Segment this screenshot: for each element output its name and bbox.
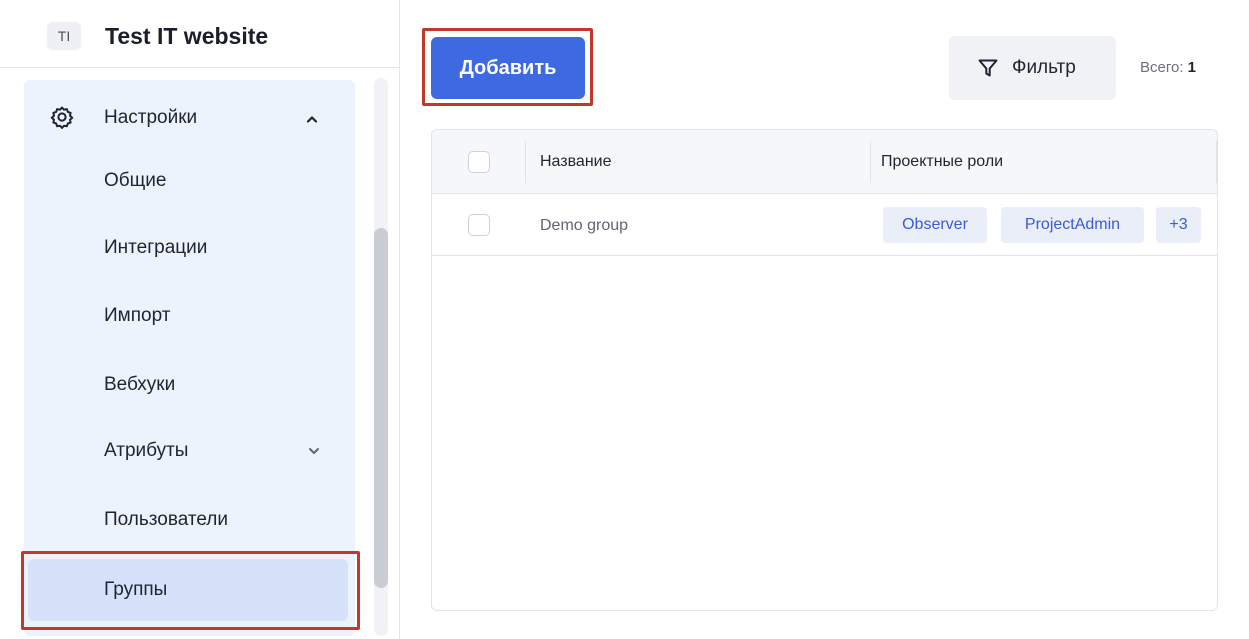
sidebar-item-label: Вебхуки bbox=[104, 374, 176, 395]
column-header-name[interactable]: Название bbox=[540, 152, 612, 172]
chevron-up-icon[interactable] bbox=[305, 112, 319, 126]
nav-section-label: Настройки bbox=[104, 107, 198, 128]
role-tag: Observer bbox=[883, 207, 987, 243]
sidebar-item-label: Импорт bbox=[104, 305, 171, 326]
row-checkbox[interactable] bbox=[468, 214, 490, 236]
sidebar-item-groups[interactable]: Группы bbox=[28, 559, 348, 621]
sidebar-item-webhooks[interactable]: Вебхуки bbox=[24, 354, 355, 416]
settings-nav: Настройки Общие Интеграции Импорт Вебхук… bbox=[24, 80, 355, 636]
role-tag: ProjectAdmin bbox=[1001, 207, 1144, 243]
sidebar: TI Test IT website Настройки Общие Интег… bbox=[0, 0, 400, 639]
sidebar-item-users[interactable]: Пользователи bbox=[24, 489, 355, 551]
column-divider bbox=[525, 141, 526, 183]
filter-button[interactable]: Фильтр bbox=[949, 36, 1116, 100]
sidebar-item-import[interactable]: Импорт bbox=[24, 285, 355, 347]
add-button[interactable]: Добавить bbox=[431, 37, 585, 99]
sidebar-item-attributes[interactable]: Атрибуты bbox=[24, 420, 355, 482]
filter-icon bbox=[978, 59, 998, 77]
project-name: Test IT website bbox=[105, 23, 269, 49]
sidebar-item-label: Интеграции bbox=[104, 237, 208, 258]
total-value: 1 bbox=[1187, 59, 1197, 76]
chevron-down-icon bbox=[309, 448, 319, 454]
sidebar-scrollbar[interactable] bbox=[374, 78, 388, 636]
more-roles-tag[interactable]: +3 bbox=[1156, 207, 1201, 243]
group-name-cell[interactable]: Demo group bbox=[540, 216, 628, 236]
sidebar-item-integrations[interactable]: Интеграции bbox=[24, 217, 355, 279]
column-divider bbox=[870, 141, 871, 183]
sidebar-item-label: Атрибуты bbox=[104, 440, 189, 461]
sidebar-item-label: Группы bbox=[104, 579, 168, 600]
groups-table: Название Проектные роли Demo group Obser… bbox=[431, 129, 1218, 611]
select-all-checkbox[interactable] bbox=[468, 151, 490, 173]
scrollbar-thumb[interactable] bbox=[374, 228, 388, 588]
gear-icon bbox=[50, 106, 74, 129]
sidebar-item-label: Пользователи bbox=[104, 509, 229, 530]
table-row[interactable]: Demo group Observer ProjectAdmin +3 bbox=[432, 194, 1217, 256]
column-header-roles[interactable]: Проектные роли bbox=[881, 152, 1003, 172]
total-label: Всего: bbox=[1140, 59, 1184, 76]
sidebar-item-general[interactable]: Общие bbox=[24, 150, 355, 212]
nav-section-settings[interactable]: Настройки bbox=[24, 80, 355, 156]
project-header[interactable]: TI Test IT website bbox=[0, 0, 400, 68]
total-count: Всего: 1 bbox=[1140, 58, 1196, 78]
table-header: Название Проектные роли bbox=[432, 130, 1217, 194]
filter-label: Фильтр bbox=[1012, 57, 1076, 78]
column-divider bbox=[1216, 141, 1217, 183]
project-avatar: TI bbox=[47, 22, 81, 50]
sidebar-item-label: Общие bbox=[104, 170, 167, 191]
